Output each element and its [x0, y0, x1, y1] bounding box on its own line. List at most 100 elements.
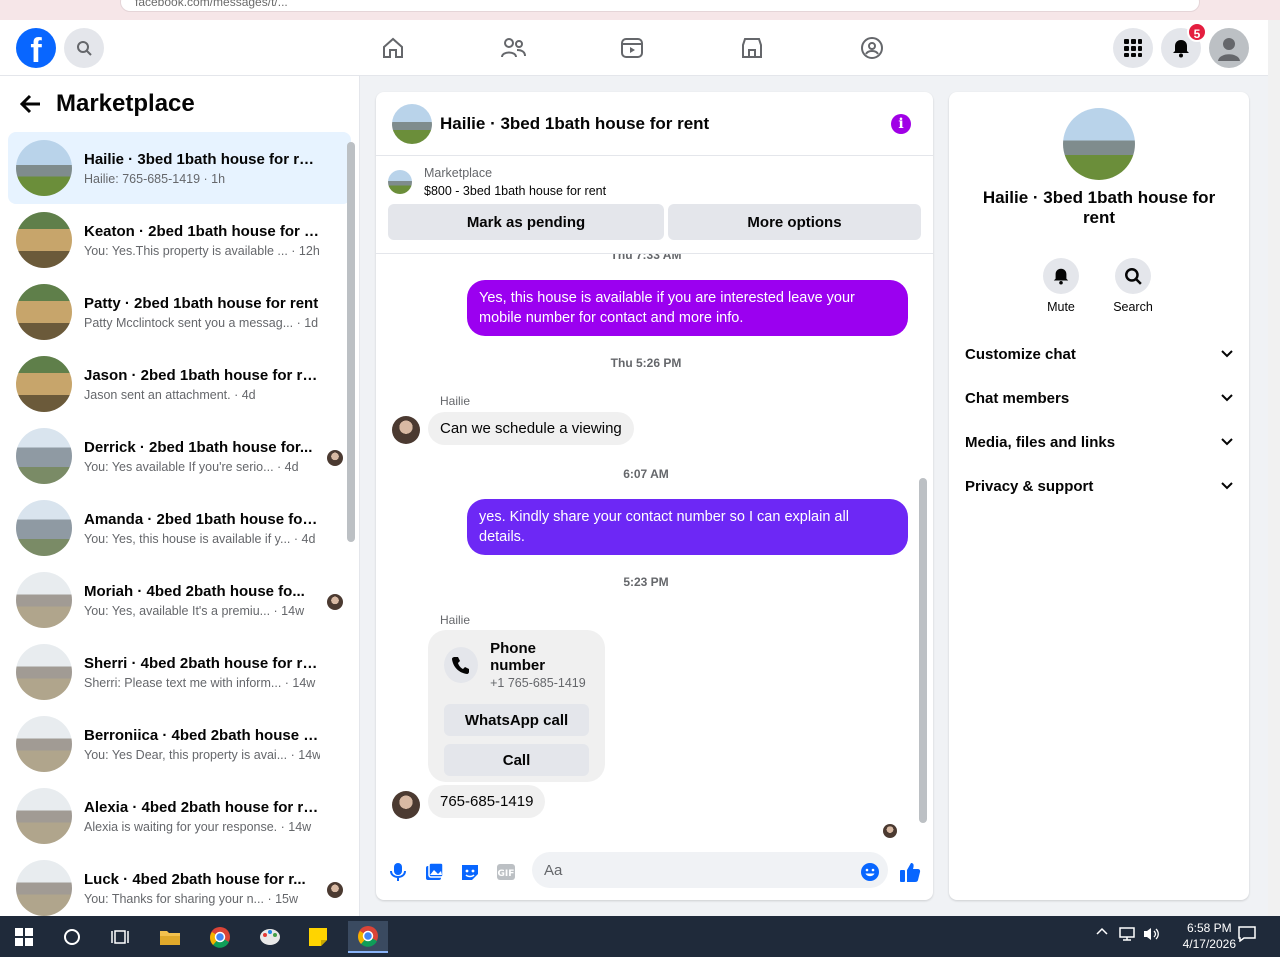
gif-button[interactable]: GIF: [488, 854, 524, 890]
call-button[interactable]: Call: [444, 744, 589, 776]
message-incoming[interactable]: 765-685-1419: [428, 785, 546, 818]
video-icon: [621, 38, 643, 58]
chat-header: Hailie · 3bed 1bath house for rent i: [376, 92, 933, 156]
start-button[interactable]: [4, 921, 44, 953]
window-scrollbar[interactable]: [1268, 20, 1280, 916]
listing-thumbnail[interactable]: [388, 170, 412, 194]
volume-icon[interactable]: [1142, 926, 1160, 942]
section-privacy-support[interactable]: Privacy & support: [965, 464, 1233, 508]
address-bar[interactable]: facebook.com/messages/t/...: [120, 0, 1200, 12]
conversation-list: Hailie · 3bed 1bath house for rent Hailie…: [0, 132, 359, 916]
message-composer: GIF: [376, 852, 933, 892]
conversation-name: Luck · 4bed 2bath house for r...: [84, 870, 306, 888]
chrome-icon: [210, 927, 230, 948]
attach-photo-button[interactable]: [416, 854, 452, 890]
chevron-down-icon: [1221, 350, 1233, 358]
sidebar-scrollbar[interactable]: [347, 142, 355, 542]
message-input[interactable]: [532, 852, 888, 888]
conversation-snippet: You: Yes Dear, this property is avai... …: [84, 747, 320, 762]
search-taskbar-button[interactable]: [52, 921, 92, 953]
conversation-item[interactable]: Amanda · 2bed 1bath house for ... You: Ye…: [8, 492, 351, 564]
whatsapp-call-button[interactable]: WhatsApp call: [444, 704, 589, 736]
nav-home[interactable]: [373, 30, 413, 66]
bell-icon: [1053, 268, 1069, 285]
conversation-name: Sherri · 4bed 2bath house for rent: [84, 654, 320, 672]
menu-button[interactable]: [1113, 28, 1153, 68]
chat-panel: Hailie · 3bed 1bath house for rent i Mar…: [376, 92, 933, 900]
nav-video[interactable]: [612, 30, 652, 66]
conversation-snippet: You: Yes.This property is available ... …: [84, 243, 320, 258]
chevron-up-icon[interactable]: [1096, 926, 1108, 936]
seen-avatar: [327, 450, 343, 466]
conversation-item[interactable]: Moriah · 4bed 2bath house fo... You: Yes,…: [8, 564, 351, 636]
conversation-item[interactable]: Luck · 4bed 2bath house for r... You: Tha…: [8, 852, 351, 916]
conversation-item[interactable]: Derrick · 2bed 1bath house for... You: Ye…: [8, 420, 351, 492]
listing-price-title[interactable]: $800 - 3bed 1bath house for rent: [424, 184, 921, 198]
nav-groups[interactable]: [852, 30, 892, 66]
chat-thumbnail[interactable]: [392, 103, 432, 144]
conversation-item[interactable]: Jason · 2bed 1bath house for rent Jason s…: [8, 348, 351, 420]
conversation-name: Moriah · 4bed 2bath house fo...: [84, 582, 305, 600]
conversation-snippet: Hailie: 765-685-1419 · 1h: [84, 171, 226, 186]
section-chat-members[interactable]: Chat members: [965, 376, 1233, 420]
like-button[interactable]: [892, 854, 928, 890]
nav-marketplace[interactable]: [732, 30, 772, 66]
system-clock[interactable]: 6:58 PM 4/17/2026: [1183, 920, 1236, 952]
timestamp: 5:23 PM: [623, 575, 669, 589]
top-navigation: f 5: [0, 20, 1268, 76]
notifications-button[interactable]: 5: [1161, 22, 1207, 68]
search-icon: [1125, 268, 1142, 285]
chat-title[interactable]: Hailie · 3bed 1bath house for rent: [440, 114, 709, 134]
conversation-name: Derrick · 2bed 1bath house for...: [84, 438, 313, 456]
seen-avatar: [327, 594, 343, 610]
conversation-item[interactable]: Sherri · 4bed 2bath house for rent Sherri…: [8, 636, 351, 708]
section-media-files[interactable]: Media, files and links: [965, 420, 1233, 464]
mark-pending-button[interactable]: Mark as pending: [388, 204, 664, 240]
file-explorer-button[interactable]: [150, 921, 190, 953]
info-icon[interactable]: i: [891, 114, 911, 134]
sticky-notes-button[interactable]: [298, 921, 338, 953]
nav-friends[interactable]: [493, 30, 533, 66]
friends-icon: [501, 38, 526, 58]
info-thumbnail[interactable]: [1063, 108, 1135, 180]
chat-scrollbar[interactable]: [919, 478, 927, 823]
conversation-item[interactable]: Berroniica · 4bed 2bath house f... You: Y…: [8, 708, 351, 780]
conversation-snippet: Jason sent an attachment. · 4d: [84, 387, 256, 402]
search-label: Search: [1113, 300, 1153, 314]
conversation-item[interactable]: Hailie · 3bed 1bath house for rent Hailie…: [8, 132, 351, 204]
windows-taskbar: 6:58 PM 4/17/2026: [0, 916, 1280, 957]
conversation-sidebar: Marketplace Hailie · 3bed 1bath house fo…: [0, 76, 360, 916]
mute-action[interactable]: Mute: [1033, 258, 1089, 314]
chrome-icon: [358, 926, 378, 947]
marketplace-icon: [742, 38, 762, 58]
sticker-button[interactable]: [452, 854, 488, 890]
message-outgoing[interactable]: Yes, this house is available if you are …: [467, 280, 908, 336]
conversation-text: Berroniica · 4bed 2bath house f... You: Y…: [84, 727, 320, 762]
chrome-active-window[interactable]: [348, 921, 388, 953]
search-button[interactable]: [64, 28, 104, 68]
conversation-item[interactable]: Patty · 2bed 1bath house for rent Patty M…: [8, 276, 351, 348]
voice-clip-button[interactable]: [380, 854, 416, 890]
timestamp: 6:07 AM: [623, 467, 669, 481]
message-incoming[interactable]: Can we schedule a viewing: [428, 412, 634, 445]
conversation-item[interactable]: Keaton · 2bed 1bath house for r... You: Y…: [8, 204, 351, 276]
conversation-name: Berroniica · 4bed 2bath house f...: [84, 726, 320, 744]
task-view-button[interactable]: [100, 921, 140, 953]
conversation-text: Moriah · 4bed 2bath house fo... You: Yes,…: [84, 583, 320, 618]
contact-avatar[interactable]: [392, 791, 420, 819]
message-outgoing[interactable]: yes. Kindly share your contact number so…: [467, 499, 908, 555]
profile-avatar[interactable]: [1209, 28, 1249, 68]
section-customize-chat[interactable]: Customize chat: [965, 332, 1233, 376]
conversation-item[interactable]: Alexia · 4bed 2bath house for rent Alexia…: [8, 780, 351, 852]
back-arrow-icon[interactable]: [20, 94, 42, 114]
notification-center-icon[interactable]: [1238, 926, 1256, 942]
contact-avatar[interactable]: [392, 416, 420, 444]
chrome-button[interactable]: [200, 921, 240, 953]
network-icon[interactable]: [1118, 926, 1136, 942]
facebook-logo-icon[interactable]: f: [16, 28, 56, 70]
image-icon: [426, 862, 444, 880]
search-action[interactable]: Search: [1105, 258, 1161, 314]
more-options-button[interactable]: More options: [668, 204, 921, 240]
paint-button[interactable]: [250, 921, 290, 953]
emoji-button[interactable]: [852, 854, 888, 890]
